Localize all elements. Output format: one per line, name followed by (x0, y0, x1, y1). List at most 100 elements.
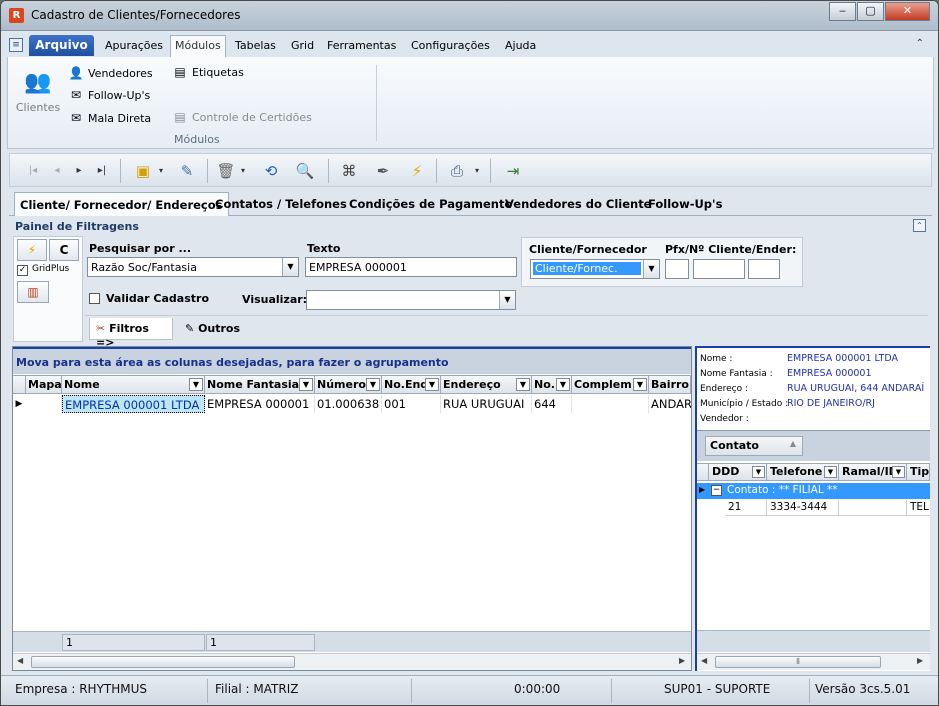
next-record-icon[interactable]: ▸ (72, 158, 86, 184)
cell-mapa[interactable] (26, 395, 62, 413)
pesquisar-select[interactable]: Razão Soc/Fantasia ▼ (87, 257, 299, 277)
column-header-bairro[interactable]: Bairro (649, 375, 691, 394)
cell-bairro[interactable]: ANDARAÍ (649, 395, 691, 413)
scroll-thumb[interactable] (31, 656, 295, 668)
detail-horizontal-scrollbar[interactable]: ◀ ⦀ ▶ (697, 653, 930, 670)
close-button[interactable]: ✕ (885, 2, 930, 21)
print-dropdown-icon[interactable]: ▾ (472, 158, 482, 184)
filter-dropdown-icon[interactable]: ▼ (824, 466, 837, 478)
maximize-button[interactable]: ▢ (857, 2, 884, 21)
print-icon[interactable]: ⎙ (444, 158, 470, 184)
tab-outros[interactable]: ✎ Outros (179, 318, 246, 340)
scroll-right-icon[interactable]: ▶ (679, 656, 685, 665)
edit-icon[interactable]: ✎ (174, 158, 200, 184)
exit-icon[interactable]: ⇥ (500, 158, 526, 184)
tab-condicoes-pagamento[interactable]: Condições de Pagamento (349, 197, 512, 211)
cell-noend[interactable]: 001 (382, 395, 441, 413)
scroll-left-icon[interactable]: ◀ (17, 656, 23, 665)
column-header-telefone[interactable]: Telefone ▼ (767, 463, 839, 481)
previous-record-icon[interactable]: ◂ (50, 158, 64, 184)
followups-button[interactable]: ✉ Follow-Up's (68, 86, 150, 104)
arquivo-menu-button[interactable]: Arquivo (29, 35, 94, 56)
column-header-nome[interactable]: Nome ▼ (62, 375, 205, 394)
pfx-input[interactable] (665, 259, 689, 279)
binoculars-icon[interactable]: ⌘ (336, 158, 362, 184)
tab-filtros[interactable]: ✂ Filtros => (89, 318, 173, 349)
tab-cliente-fornecedor[interactable]: Cliente/ Fornecedor/ Endereços (14, 192, 229, 216)
scroll-right-icon[interactable]: ▶ (917, 656, 923, 665)
visualizar-select[interactable]: ▼ (306, 290, 516, 310)
column-header-mapa[interactable]: Mapa (26, 375, 62, 394)
column-header-complem[interactable]: Complem ▼ (572, 375, 649, 394)
tab-contatos[interactable]: Contatos / Telefones (215, 197, 347, 211)
search-icon[interactable]: 🔍 (292, 158, 318, 184)
cell-no[interactable]: 644 (532, 395, 572, 413)
tab-follow-ups[interactable]: Follow-Up's (648, 197, 722, 211)
filter-dropdown-icon[interactable]: ▼ (516, 378, 530, 391)
filter-dropdown-icon[interactable]: ▼ (752, 466, 765, 478)
collapse-group-icon[interactable]: − (711, 485, 722, 496)
filter-dropdown-icon[interactable]: ▼ (633, 378, 647, 391)
filter-dropdown-icon[interactable]: ▼ (892, 466, 905, 478)
controle-certidoes-button[interactable]: ▤ Controle de Certidões (172, 108, 312, 126)
quick-access-icon[interactable]: ≡ (9, 38, 23, 52)
scroll-thumb[interactable]: ⦀ (715, 656, 881, 668)
grid-horizontal-scrollbar[interactable]: ◀ ▶ (13, 653, 691, 670)
column-header-noend[interactable]: No.End ▼ (382, 375, 441, 394)
filter-dropdown-icon[interactable]: ▼ (366, 378, 380, 391)
filter-dropdown-icon[interactable]: ▼ (425, 378, 439, 391)
delete-icon[interactable]: 🗑 (214, 158, 238, 184)
scroll-left-icon[interactable]: ◀ (701, 656, 707, 665)
chart-button[interactable]: ▥ (17, 281, 49, 303)
validar-cadastro-checkbox[interactable] (89, 293, 100, 304)
texto-input[interactable]: EMPRESA 000001 (305, 257, 517, 277)
delete-dropdown-icon[interactable]: ▾ (238, 158, 248, 184)
column-header-no[interactable]: No. ▼ (532, 375, 572, 394)
cell-tipo[interactable]: TEL (907, 500, 930, 516)
column-header-ramal[interactable]: Ramal/ID ▼ (839, 463, 907, 481)
ribbon-tab-ferramentas[interactable]: Ferramentas (327, 39, 396, 52)
contato-group-row[interactable]: ▶ − Contato : ** FILIAL ** (697, 483, 930, 499)
cell-endereco[interactable]: RUA URUGUAI (441, 395, 532, 413)
cliente-fornecedor-select[interactable]: Cliente/Fornec. ▼ (530, 259, 660, 279)
ribbon-tab-ajuda[interactable]: Ajuda (505, 39, 536, 52)
filter-dropdown-icon[interactable]: ▼ (299, 378, 313, 391)
filter-dropdown-icon[interactable]: ▼ (189, 378, 203, 391)
cell-nome[interactable]: EMPRESA 000001 LTDA (62, 395, 205, 413)
group-by-area[interactable]: Mova para esta área as colunas desejadas… (13, 347, 691, 374)
ribbon-tab-grid[interactable]: Grid (291, 39, 314, 52)
clientes-button[interactable]: 👥 Clientes (14, 65, 62, 125)
tab-vendedores-cliente[interactable]: Vendedores do Cliente (505, 197, 652, 211)
column-header-ddd[interactable]: DDD ▼ (709, 463, 767, 481)
filter-collapse-icon[interactable]: ⌃ (913, 219, 926, 232)
ribbon-tab-tabelas[interactable]: Tabelas (235, 39, 276, 52)
contato-group-button[interactable]: Contato ▲ (705, 436, 803, 456)
ribbon-tab-configuracoes[interactable]: Configurações (411, 39, 490, 52)
cell-ramal[interactable] (839, 500, 907, 516)
column-header-tipo[interactable]: Tip (907, 463, 930, 481)
ribbon-tab-modulos[interactable]: Módulos (170, 35, 226, 57)
numero-cliente-input[interactable] (693, 259, 745, 279)
cell-numero[interactable]: 01.000638 (315, 395, 382, 413)
cell-ddd[interactable]: 21 (725, 500, 767, 516)
refresh-icon[interactable]: ⟲ (258, 158, 284, 184)
column-header-nome-fantasia[interactable]: Nome Fantasia ▼ (205, 375, 315, 394)
column-header-endereco[interactable]: Endereço ▼ (441, 375, 532, 394)
endereco-input[interactable] (748, 259, 780, 279)
column-header-numero[interactable]: Número ▼ (315, 375, 382, 394)
cell-nome-fantasia[interactable]: EMPRESA 000001 (205, 395, 315, 413)
first-record-icon[interactable]: |◂ (26, 158, 40, 184)
clear-filter-button[interactable]: C (49, 239, 79, 261)
cell-telefone[interactable]: 3334-3444 (767, 500, 839, 516)
mala-direta-button[interactable]: ✉ Mala Direta (68, 109, 151, 127)
new-record-icon[interactable]: ▣ (130, 158, 156, 184)
pen-icon[interactable]: ✒ (370, 158, 396, 184)
filter-dropdown-icon[interactable]: ▼ (556, 378, 570, 391)
last-record-icon[interactable]: ▸| (94, 158, 110, 184)
cell-complem[interactable] (572, 395, 649, 413)
lightning-icon[interactable]: ⚡ (404, 158, 430, 184)
etiquetas-button[interactable]: ▤ Etiquetas (172, 63, 244, 81)
ribbon-tab-apuracoes[interactable]: Apurações (105, 39, 163, 52)
ribbon-collapse-icon[interactable]: ⌃ (916, 38, 924, 49)
gridplus-checkbox[interactable]: ✓ (17, 265, 28, 276)
